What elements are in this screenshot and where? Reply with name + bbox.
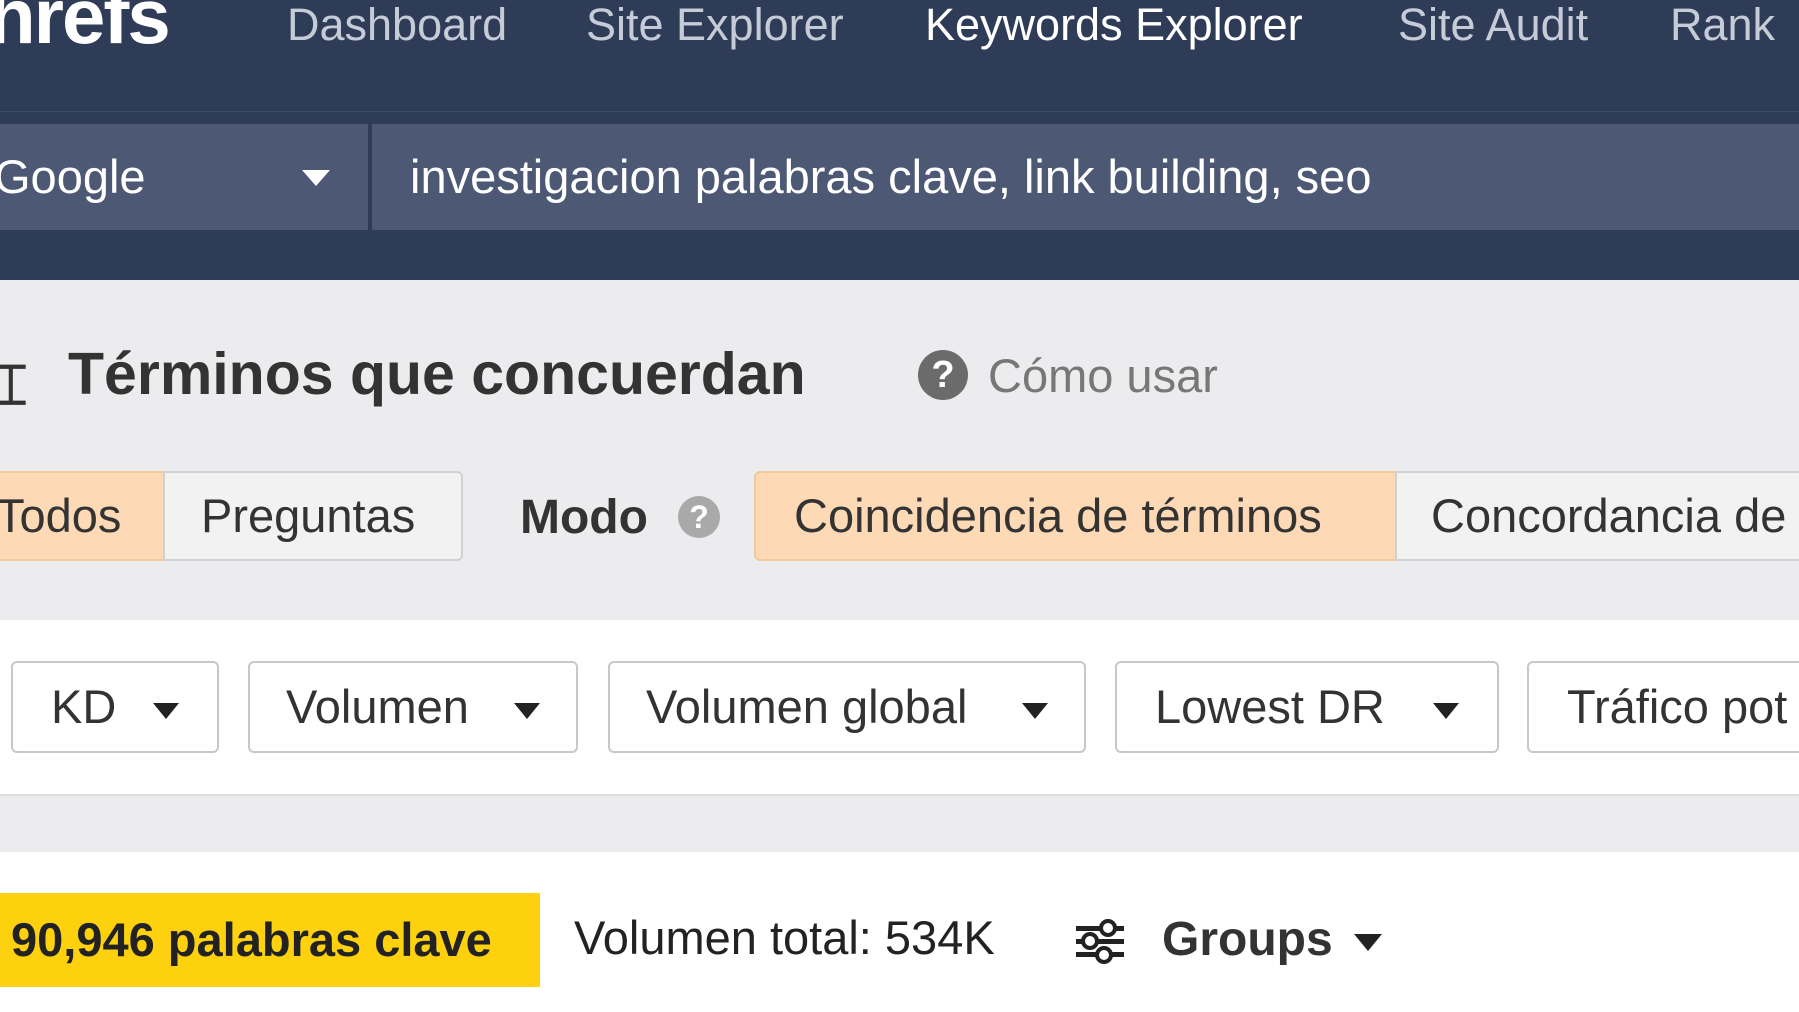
question-circle-icon[interactable]: ? — [918, 350, 968, 400]
filter-global-volume[interactable]: Volumen global — [608, 661, 1086, 753]
keywords-count-badge: 90,946 palabras clave — [0, 893, 540, 987]
chevron-down-icon — [153, 703, 179, 719]
filter-volume[interactable]: Volumen — [248, 661, 578, 753]
filter-kd-label: KD — [51, 680, 117, 733]
total-volume: Volumen total: 534K — [574, 911, 995, 964]
mode-term-match-label: Coincidencia de términos — [794, 489, 1322, 542]
chevron-down-icon — [514, 703, 540, 719]
mode-term-match[interactable]: Coincidencia de términos — [754, 471, 1397, 561]
chevron-down-icon — [302, 170, 330, 186]
search-query-text: investigacion palabras clave, link build… — [410, 150, 1372, 203]
how-to-use-link[interactable]: Cómo usar — [988, 348, 1218, 403]
chevron-down-icon — [1022, 703, 1048, 719]
tab-todos[interactable]: Todos — [0, 471, 165, 561]
filter-lowest-dr-label: Lowest DR — [1155, 680, 1385, 733]
sliders-icon[interactable] — [1074, 918, 1126, 964]
mode-label: Modo — [520, 491, 648, 544]
ahrefs-logo[interactable]: hrefs — [0, 0, 171, 56]
search-engine-label: Google — [0, 150, 146, 203]
nav-rank-tracker[interactable]: Rank — [1670, 0, 1775, 52]
keywords-search-input[interactable]: investigacion palabras clave, link build… — [372, 124, 1799, 230]
nav-site-explorer[interactable]: Site Explorer — [586, 0, 844, 52]
filter-traffic-potential[interactable]: Tráfico pot — [1527, 661, 1799, 753]
filter-volume-label: Volumen — [286, 680, 469, 733]
report-header — [0, 280, 1799, 620]
groups-dropdown[interactable]: Groups — [1162, 912, 1333, 967]
filter-lowest-dr[interactable]: Lowest DR — [1115, 661, 1499, 753]
collapse-handle-icon: ⌶ — [0, 353, 28, 416]
nav-keywords-explorer[interactable]: Keywords Explorer — [925, 0, 1303, 52]
filter-global-volume-label: Volumen global — [646, 680, 968, 733]
mode-phrase-match-label: Concordancia de — [1431, 489, 1787, 542]
section-spacer — [0, 796, 1799, 852]
tab-preguntas[interactable]: Preguntas — [163, 471, 463, 561]
nav-dashboard[interactable]: Dashboard — [287, 0, 507, 52]
chevron-down-icon[interactable] — [1354, 934, 1382, 951]
tab-preguntas-label: Preguntas — [201, 489, 416, 542]
chevron-down-icon — [1433, 703, 1459, 719]
mode-phrase-match[interactable]: Concordancia de — [1395, 471, 1799, 561]
page-title: Términos que concuerdan — [68, 341, 806, 407]
tab-todos-label: Todos — [0, 489, 122, 542]
filter-kd[interactable]: KD — [11, 661, 219, 753]
top-navigation: hrefs Dashboard Site Explorer Keywords E… — [0, 0, 1799, 112]
keywords-count-text: 90,946 palabras clave — [11, 913, 492, 966]
nav-site-audit[interactable]: Site Audit — [1398, 0, 1588, 52]
filter-traffic-potential-label: Tráfico pot — [1567, 680, 1788, 733]
search-engine-select[interactable]: Google — [0, 124, 368, 230]
question-circle-icon[interactable]: ? — [678, 496, 720, 538]
